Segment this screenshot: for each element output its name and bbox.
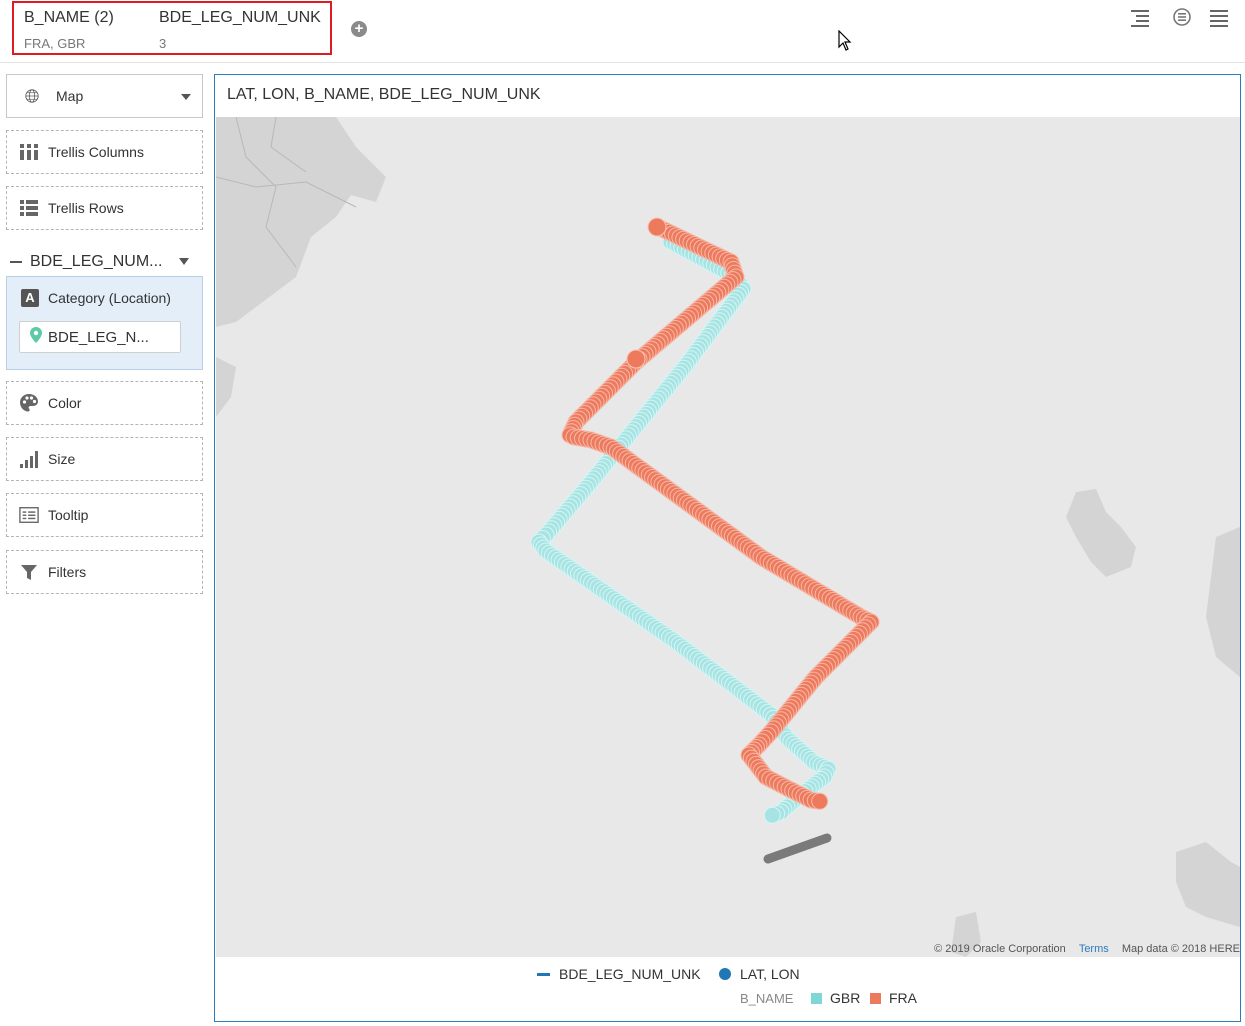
layer-header[interactable]: BDE_LEG_NUM... [6, 250, 203, 274]
dot-symbol [719, 968, 731, 980]
size-label: Size [48, 451, 76, 467]
gbr-swatch [811, 992, 822, 1004]
funnel-icon [19, 562, 39, 582]
legend: BDE_LEG_NUM_UNK LAT, LON B_NAME GBR FRA [215, 963, 1240, 1019]
size-icon [19, 449, 39, 469]
map-view[interactable]: © 2019 Oracle Corporation Terms Map data… [216, 117, 1240, 957]
legend-item-gbr[interactable]: GBR [811, 990, 860, 1006]
chevron-down-icon[interactable] [181, 94, 191, 100]
legend-color-title: B_NAME [740, 991, 793, 1006]
track-point [763, 806, 781, 824]
chip-label: BDE_LEG_N... [48, 328, 149, 346]
collapse-icon[interactable] [10, 261, 22, 263]
legend-title: B_NAME [740, 991, 794, 1006]
visualization-canvas[interactable]: LAT, LON, B_NAME, BDE_LEG_NUM_UNK © 2019… [214, 74, 1241, 1022]
filter-b-name[interactable]: B_NAME (2) FRA, GBR [24, 9, 114, 51]
legend-dot-item[interactable]: LAT, LON [719, 966, 800, 982]
tooltip-dropzone[interactable]: Tooltip [6, 493, 203, 537]
filter-value: 3 [159, 36, 167, 51]
plus-circle-icon[interactable]: + [351, 21, 367, 37]
line-symbol [537, 972, 550, 976]
indent-icon[interactable] [1130, 7, 1150, 27]
viz-type-label: Map [56, 88, 84, 104]
menu-icon[interactable] [1209, 7, 1229, 27]
legend-label: GBR [830, 990, 861, 1006]
trellis-columns-dropzone[interactable]: Trellis Columns [6, 130, 203, 174]
filters-dropzone[interactable]: Filters [6, 550, 203, 594]
filter-bar: B_NAME (2) FRA, GBR BDE_LEG_NUM_UNK 3 + [0, 0, 1245, 63]
viz-title: LAT, LON, B_NAME, BDE_LEG_NUM_UNK [227, 86, 541, 103]
legend-label: FRA [889, 990, 917, 1006]
filter-value: FRA, GBR [24, 36, 86, 51]
trellis-columns-label: Trellis Columns [48, 144, 144, 160]
track-marker [647, 217, 667, 237]
filter-highlight: B_NAME (2) FRA, GBR BDE_LEG_NUM_UNK 3 [12, 1, 332, 55]
globe-icon [19, 86, 39, 106]
tooltip-icon [19, 505, 39, 525]
legend-line-label: BDE_LEG_NUM_UNK [559, 966, 701, 982]
text-attribute-icon: A [21, 289, 39, 307]
track-marker [626, 349, 646, 369]
track-point [811, 792, 829, 810]
category-title: A Category (Location) [21, 289, 171, 307]
palette-icon [19, 393, 39, 413]
mouse-cursor-icon [838, 30, 852, 51]
chevron-down-icon[interactable] [179, 258, 189, 265]
columns-icon [19, 142, 39, 162]
viz-type-select[interactable]: Map [6, 74, 203, 118]
trellis-rows-label: Trellis Rows [48, 200, 124, 216]
legend-line-item[interactable]: BDE_LEG_NUM_UNK [537, 966, 701, 982]
category-chip[interactable]: BDE_LEG_N... [19, 321, 181, 353]
fra-swatch [870, 992, 881, 1004]
map-pin-icon [30, 327, 42, 347]
trellis-rows-dropzone[interactable]: Trellis Rows [6, 186, 203, 230]
filters-label: Filters [48, 564, 87, 580]
category-location-dropzone[interactable]: A Category (Location) BDE_LEG_N... [6, 276, 203, 370]
size-dropzone[interactable]: Size [6, 437, 203, 481]
map-attribution: © 2019 Oracle Corporation Terms Map data… [930, 941, 1240, 957]
rows-icon [19, 198, 39, 218]
tooltip-label: Tooltip [48, 507, 89, 523]
attribution-map-data: Map data © 2018 HERE [1121, 943, 1240, 955]
filter-name: BDE_LEG_NUM_UNK [159, 9, 321, 26]
leg-line [763, 833, 832, 864]
map-svg [216, 117, 1240, 957]
color-dropzone[interactable]: Color [6, 381, 203, 425]
legend-dot-label: LAT, LON [740, 966, 800, 982]
category-label: Category (Location) [48, 290, 171, 306]
filter-leg-num[interactable]: BDE_LEG_NUM_UNK 3 [159, 9, 321, 51]
color-label: Color [48, 395, 82, 411]
filter-name: B_NAME (2) [24, 9, 114, 26]
attribution-copyright: © 2019 Oracle Corporation [934, 943, 1066, 955]
terms-link[interactable]: Terms [1079, 943, 1109, 955]
layer-name: BDE_LEG_NUM... [30, 253, 163, 270]
legend-item-fra[interactable]: FRA [870, 990, 917, 1006]
assistant-icon[interactable] [1172, 7, 1192, 27]
